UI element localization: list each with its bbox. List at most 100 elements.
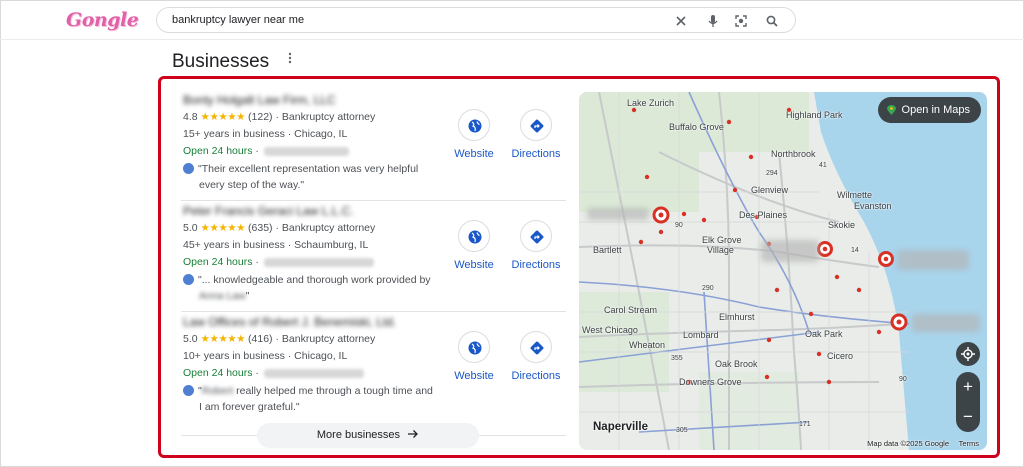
map-label: Northbrook xyxy=(771,149,816,159)
directions-button[interactable]: Directions xyxy=(506,109,566,160)
zoom-controls: + − xyxy=(956,372,980,432)
map-label: Bartlett xyxy=(593,245,622,255)
star-rating-icon: ★★★★★ xyxy=(200,222,246,234)
reviewer-avatar-icon xyxy=(183,163,194,174)
business-details: 15+ years in business · Chicago, IL xyxy=(183,128,348,140)
globe-icon xyxy=(468,119,482,133)
rating-value: 5.0 xyxy=(183,333,198,345)
map-label: Carol Stream xyxy=(604,305,658,315)
hours-line: Open 24 hours · xyxy=(183,145,349,157)
map-label: Skokie xyxy=(828,220,856,230)
review-snippet: "Their excellent representation was very… xyxy=(183,161,453,193)
phone-redacted xyxy=(263,368,364,378)
directions-icon xyxy=(530,119,544,133)
review-snippet: "... knowledgeable and thorough work pro… xyxy=(183,272,453,304)
lens-icon[interactable] xyxy=(732,12,750,30)
route-shield: 90 xyxy=(675,222,683,229)
map-label: Elmhurst xyxy=(719,312,755,322)
map-view[interactable]: Lake Zurich Highland Park Buffalo Grove … xyxy=(579,92,987,450)
open-status: Open 24 hours xyxy=(183,256,253,268)
zoom-out-button[interactable]: − xyxy=(956,402,980,432)
map-label: West Chicago xyxy=(582,325,638,335)
route-shield: 355 xyxy=(671,355,683,362)
globe-icon xyxy=(468,341,482,355)
globe-icon xyxy=(468,230,482,244)
category: Bankruptcy attorney xyxy=(281,333,376,345)
star-rating-icon: ★★★★★ xyxy=(200,111,246,123)
search-icon[interactable] xyxy=(763,12,781,30)
map-label: Highland Park xyxy=(786,110,843,120)
map-pin-icon xyxy=(878,251,894,267)
map-label: Oak Park xyxy=(805,329,843,339)
logo[interactable]: Gongle xyxy=(66,9,139,31)
business-listing[interactable]: Bonty Holgalt Law Firm, LLC 4.8 ★★★★★ (1… xyxy=(181,91,566,201)
rating-value: 5.0 xyxy=(183,222,198,234)
open-status: Open 24 hours xyxy=(183,145,253,157)
more-options-icon[interactable] xyxy=(285,51,295,65)
mic-icon[interactable] xyxy=(704,12,722,30)
reviewer-avatar-icon xyxy=(183,274,194,285)
section-title: Businesses xyxy=(172,51,270,72)
header: Gongle bankruptcy lawyer near me xyxy=(0,0,1024,40)
map-pin-icon xyxy=(817,241,833,257)
clear-icon[interactable] xyxy=(672,12,690,30)
review-count: (416) xyxy=(248,333,273,345)
search-bar[interactable]: bankruptcy lawyer near me xyxy=(156,7,796,33)
business-listing[interactable]: Law Offices of Robert J. Benemiski, Ltd.… xyxy=(181,313,566,423)
business-listing[interactable]: Peter Francis Geraci Law L.L.C. 5.0 ★★★★… xyxy=(181,202,566,312)
rating-line: 5.0 ★★★★★ (416) · Bankruptcy attorney xyxy=(183,333,376,345)
arrow-right-icon xyxy=(408,430,419,438)
map-label: Cicero xyxy=(827,351,854,361)
redacted-map-label xyxy=(897,250,969,270)
route-shield: 171 xyxy=(799,421,811,428)
open-in-maps-button[interactable]: Open in Maps xyxy=(877,97,981,123)
directions-button[interactable]: Directions xyxy=(506,331,566,382)
map-pin-icon xyxy=(652,206,670,224)
website-button[interactable]: Website xyxy=(444,109,504,160)
map-pin-icon xyxy=(890,313,908,331)
map-label: Wilmette xyxy=(837,190,873,200)
map-label: Des Plaines xyxy=(739,210,788,220)
crosshair-icon xyxy=(961,347,975,361)
map-label: Wheaton xyxy=(629,340,666,350)
map-terms-link[interactable]: Terms xyxy=(959,439,979,448)
zoom-in-button[interactable]: + xyxy=(956,372,980,402)
my-location-button[interactable] xyxy=(956,342,980,366)
directions-button[interactable]: Directions xyxy=(506,220,566,271)
route-shield: 290 xyxy=(702,285,714,292)
map-label: Downers Grove xyxy=(679,377,742,387)
review-snippet: "Robert really helped me through a tough… xyxy=(183,383,453,415)
business-name[interactable]: Bonty Holgalt Law Firm, LLC xyxy=(183,93,336,107)
phone-redacted xyxy=(263,257,374,267)
rating-value: 4.8 xyxy=(183,111,198,123)
category: Bankruptcy attorney xyxy=(281,111,376,123)
map-label: Lake Zurich xyxy=(627,98,675,108)
map-label: Glenview xyxy=(751,185,789,195)
website-button[interactable]: Website xyxy=(444,331,504,382)
map-label: Lombard xyxy=(683,330,719,340)
search-input[interactable]: bankruptcy lawyer near me xyxy=(172,14,304,26)
directions-icon xyxy=(530,230,544,244)
hours-line: Open 24 hours · xyxy=(183,256,374,268)
business-details: 10+ years in business · Chicago, IL xyxy=(183,350,348,362)
business-name[interactable]: Law Offices of Robert J. Benemiski, Ltd. xyxy=(183,315,396,329)
redacted-map-label xyxy=(761,240,819,262)
review-count: (122) xyxy=(248,111,273,123)
route-shield: 305 xyxy=(676,427,688,434)
redacted-map-label xyxy=(587,208,649,220)
map-label: Elk Grove xyxy=(702,235,742,245)
map-label: Naperville xyxy=(593,421,648,433)
map-label: Evanston xyxy=(854,201,892,211)
open-status: Open 24 hours xyxy=(183,367,253,379)
business-details: 45+ years in business · Schaumburg, IL xyxy=(183,239,369,251)
review-count: (635) xyxy=(248,222,273,234)
website-button[interactable]: Website xyxy=(444,220,504,271)
map-label: Village xyxy=(707,245,734,255)
category: Bankruptcy attorney xyxy=(281,222,376,234)
route-shield: 90 xyxy=(899,376,907,383)
map-label: Buffalo Grove xyxy=(669,122,724,132)
more-businesses-button[interactable]: More businesses xyxy=(257,423,479,448)
redacted-map-label xyxy=(912,314,980,332)
reviewer-avatar-icon xyxy=(183,385,194,396)
business-name[interactable]: Peter Francis Geraci Law L.L.C. xyxy=(183,204,354,218)
